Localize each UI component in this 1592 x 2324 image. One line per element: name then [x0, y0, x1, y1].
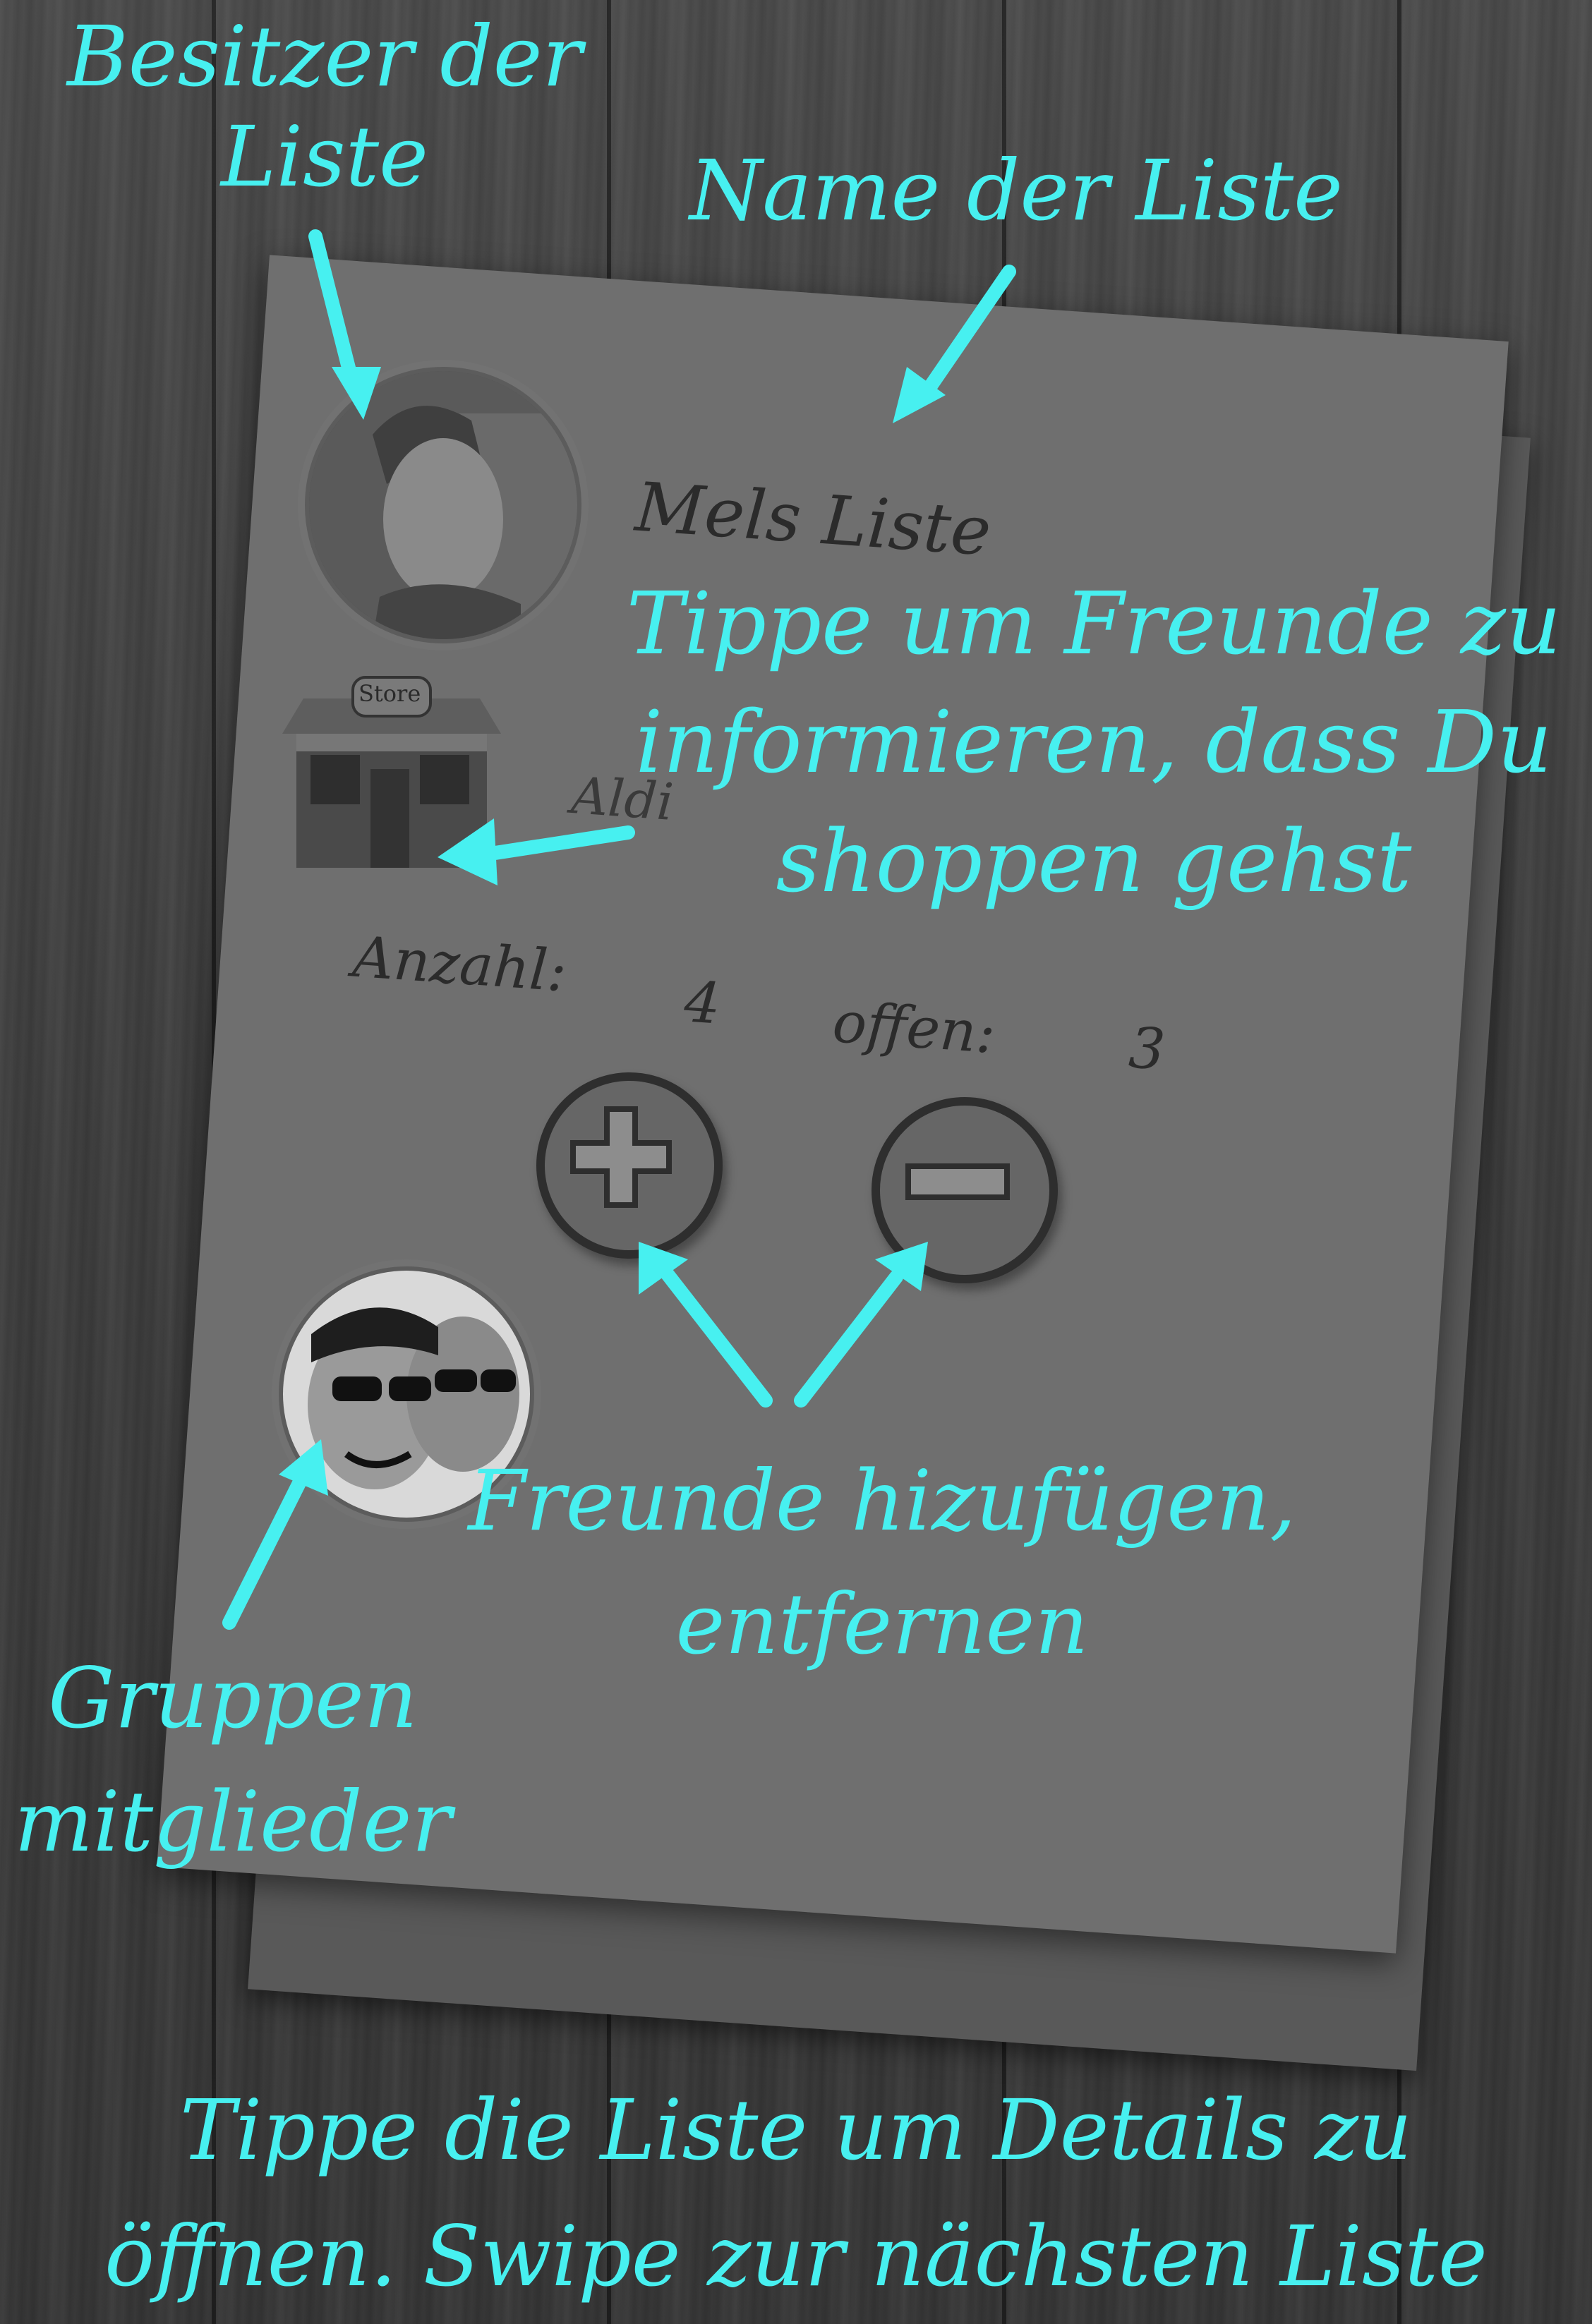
owner-annotation: Besitzer der Liste: [42, 7, 607, 207]
owner-annotation-line1: Besitzer der: [67, 8, 582, 105]
friends-annotation-line2: entfernen: [675, 1575, 1089, 1673]
friends-annotation: Freunde hizufügen, entfernen: [438, 1439, 1327, 1685]
list-name-arrow: [917, 265, 1016, 402]
add-arrow: [660, 1266, 773, 1408]
friends-annotation-line1: Freunde hizufügen,: [468, 1452, 1296, 1549]
notify-annotation-line2: informieren, dass Du: [635, 692, 1552, 793]
group-annotation: Gruppen mitglieder: [0, 1637, 466, 1883]
footer-annotation: Tippe die Liste um Details zu öffnen. Sw…: [0, 2067, 1592, 2320]
footer-annotation-line1: Tippe die Liste um Details zu: [179, 2081, 1413, 2179]
group-arrow: [222, 1467, 310, 1630]
list-name-annotation: Name der Liste: [689, 142, 1344, 239]
notify-annotation-line3: shoppen gehst: [776, 811, 1412, 912]
owner-annotation-line2: Liste: [221, 107, 428, 205]
group-annotation-line1: Gruppen: [48, 1650, 418, 1747]
notify-annotation: Tippe um Freunde zu informieren, dass Du…: [600, 564, 1588, 921]
group-annotation-line2: mitglieder: [14, 1772, 452, 1870]
owner-arrow: [308, 229, 360, 392]
annotation-arrows: [222, 229, 1016, 1630]
remove-arrow: [794, 1270, 903, 1408]
footer-annotation-line2: öffnen. Swipe zur nächsten Liste: [104, 2208, 1488, 2306]
notify-annotation-line1: Tippe um Freunde zu: [626, 574, 1562, 674]
